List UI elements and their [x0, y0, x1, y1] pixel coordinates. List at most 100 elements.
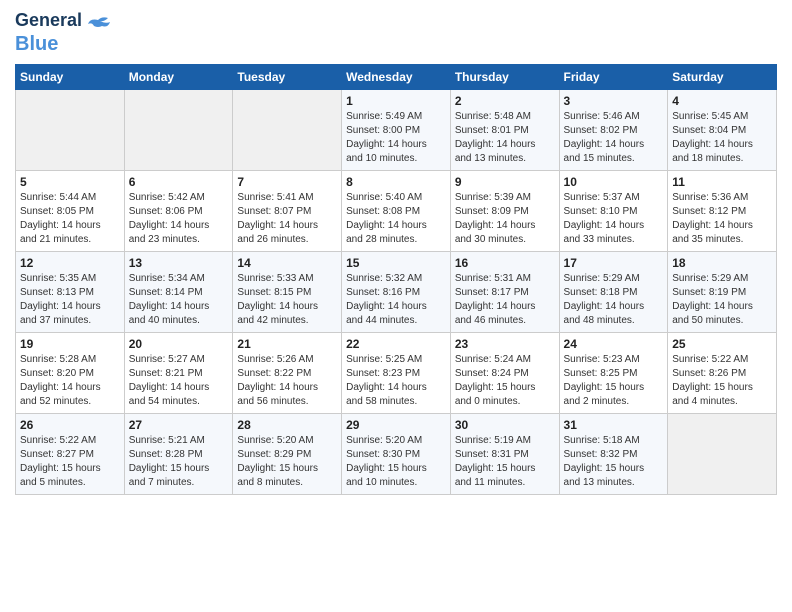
day-info-text: Sunset: 8:07 PM	[237, 205, 337, 219]
day-number: 17	[564, 256, 664, 270]
day-number: 4	[672, 94, 772, 108]
day-info-text: Sunrise: 5:35 AM	[20, 272, 120, 286]
day-number: 29	[346, 418, 446, 432]
day-info-text: Sunset: 8:10 PM	[564, 205, 664, 219]
day-number: 24	[564, 337, 664, 351]
week-row-3: 12Sunrise: 5:35 AMSunset: 8:13 PMDayligh…	[16, 251, 777, 332]
day-info-text: and 54 minutes.	[129, 395, 229, 409]
day-info-text: Sunrise: 5:49 AM	[346, 110, 446, 124]
day-info-text: and 8 minutes.	[237, 476, 337, 490]
day-info-text: Daylight: 15 hours	[564, 462, 664, 476]
day-info-text: Sunset: 8:08 PM	[346, 205, 446, 219]
weekday-header-saturday: Saturday	[668, 64, 777, 89]
day-info-text: Sunset: 8:00 PM	[346, 124, 446, 138]
day-info-text: Sunset: 8:31 PM	[455, 448, 555, 462]
day-info-text: Daylight: 15 hours	[672, 381, 772, 395]
day-info-text: and 42 minutes.	[237, 314, 337, 328]
day-info-text: Daylight: 15 hours	[455, 462, 555, 476]
day-cell	[668, 413, 777, 494]
day-number: 2	[455, 94, 555, 108]
day-cell: 14Sunrise: 5:33 AMSunset: 8:15 PMDayligh…	[233, 251, 342, 332]
day-info-text: Daylight: 14 hours	[129, 381, 229, 395]
day-info-text: Sunset: 8:21 PM	[129, 367, 229, 381]
day-cell: 11Sunrise: 5:36 AMSunset: 8:12 PMDayligh…	[668, 170, 777, 251]
day-info-text: Sunrise: 5:44 AM	[20, 191, 120, 205]
day-info-text: Sunrise: 5:39 AM	[455, 191, 555, 205]
day-info-text: Sunrise: 5:37 AM	[564, 191, 664, 205]
day-number: 31	[564, 418, 664, 432]
day-info-text: Daylight: 15 hours	[455, 381, 555, 395]
day-cell: 30Sunrise: 5:19 AMSunset: 8:31 PMDayligh…	[450, 413, 559, 494]
day-info-text: Daylight: 14 hours	[564, 138, 664, 152]
week-row-4: 19Sunrise: 5:28 AMSunset: 8:20 PMDayligh…	[16, 332, 777, 413]
day-info-text: Daylight: 14 hours	[20, 219, 120, 233]
day-number: 18	[672, 256, 772, 270]
day-info-text: Sunset: 8:22 PM	[237, 367, 337, 381]
day-info-text: Sunrise: 5:21 AM	[129, 434, 229, 448]
week-row-5: 26Sunrise: 5:22 AMSunset: 8:27 PMDayligh…	[16, 413, 777, 494]
day-cell: 8Sunrise: 5:40 AMSunset: 8:08 PMDaylight…	[342, 170, 451, 251]
day-info-text: Sunrise: 5:36 AM	[672, 191, 772, 205]
day-cell: 19Sunrise: 5:28 AMSunset: 8:20 PMDayligh…	[16, 332, 125, 413]
day-info-text: Sunrise: 5:32 AM	[346, 272, 446, 286]
day-info-text: Sunrise: 5:33 AM	[237, 272, 337, 286]
day-number: 30	[455, 418, 555, 432]
day-info-text: Sunrise: 5:28 AM	[20, 353, 120, 367]
day-info-text: Sunrise: 5:27 AM	[129, 353, 229, 367]
day-info-text: Daylight: 14 hours	[672, 300, 772, 314]
day-number: 1	[346, 94, 446, 108]
day-info-text: Sunrise: 5:48 AM	[455, 110, 555, 124]
day-info-text: Sunset: 8:15 PM	[237, 286, 337, 300]
day-cell: 18Sunrise: 5:29 AMSunset: 8:19 PMDayligh…	[668, 251, 777, 332]
day-info-text: Sunset: 8:20 PM	[20, 367, 120, 381]
day-info-text: Daylight: 14 hours	[346, 219, 446, 233]
calendar-body: 1 Sunrise: 5:49 AMSunset: 8:00 PM Daylight…	[16, 89, 777, 494]
weekday-header-sunday: Sunday	[16, 64, 125, 89]
day-info-text: and 58 minutes.	[346, 395, 446, 409]
day-number: 25	[672, 337, 772, 351]
day-info-text: and 28 minutes.	[346, 233, 446, 247]
day-info-text: Daylight: 14 hours	[455, 219, 555, 233]
day-info-text: and 15 minutes.	[564, 152, 664, 166]
day-info-text: Sunset: 8:12 PM	[672, 205, 772, 219]
day-cell: 20 Sunrise: 5:27 AMSunset: 8:21 PMDayligh…	[124, 332, 233, 413]
day-info-text: Sunrise: 5:23 AM	[564, 353, 664, 367]
day-info-text: and 7 minutes.	[129, 476, 229, 490]
day-info-text: and 35 minutes.	[672, 233, 772, 247]
day-info-text: Daylight: 14 hours	[129, 219, 229, 233]
day-info-text: and 30 minutes.	[455, 233, 555, 247]
day-number: 20	[129, 337, 229, 351]
day-cell: 17Sunrise: 5:29 AMSunset: 8:18 PMDayligh…	[559, 251, 668, 332]
day-info-text: and 46 minutes.	[455, 314, 555, 328]
day-info-text: Sunset: 8:04 PM	[672, 124, 772, 138]
day-info-text: Sunset: 8:05 PM	[20, 205, 120, 219]
day-cell: 22Sunrise: 5:25 AMSunset: 8:23 PMDayligh…	[342, 332, 451, 413]
day-info-text: Sunrise: 5:20 AM	[237, 434, 337, 448]
week-row-2: 5Sunrise: 5:44 AMSunset: 8:05 PMDaylight…	[16, 170, 777, 251]
day-cell	[124, 89, 233, 170]
day-cell: 7Sunrise: 5:41 AMSunset: 8:07 PMDaylight…	[233, 170, 342, 251]
day-info-text: Daylight: 14 hours	[672, 219, 772, 233]
day-info-text: Sunset: 8:17 PM	[455, 286, 555, 300]
day-info-text: Daylight: 14 hours	[346, 300, 446, 314]
day-info-text: Sunset: 8:26 PM	[672, 367, 772, 381]
logo: General Blue	[15, 10, 112, 56]
day-info-text: Daylight: 14 hours	[20, 381, 120, 395]
day-info-text: Sunrise: 5:42 AM	[129, 191, 229, 205]
day-info-text: and 44 minutes.	[346, 314, 446, 328]
day-cell: 15Sunrise: 5:32 AMSunset: 8:16 PMDayligh…	[342, 251, 451, 332]
day-number: 15	[346, 256, 446, 270]
day-info-text: and 13 minutes.	[564, 476, 664, 490]
day-info-text: Daylight: 15 hours	[237, 462, 337, 476]
day-info-text: and 2 minutes.	[564, 395, 664, 409]
day-info-text: Sunrise: 5:46 AM	[564, 110, 664, 124]
day-number: 3	[564, 94, 664, 108]
day-number: 6	[129, 175, 229, 189]
day-info-text: Daylight: 15 hours	[129, 462, 229, 476]
day-info-text: and 48 minutes.	[564, 314, 664, 328]
day-info-text: Daylight: 14 hours	[672, 138, 772, 152]
day-cell	[16, 89, 125, 170]
day-info-text: Sunset: 8:13 PM	[20, 286, 120, 300]
weekday-header-tuesday: Tuesday	[233, 64, 342, 89]
day-number: 9	[455, 175, 555, 189]
